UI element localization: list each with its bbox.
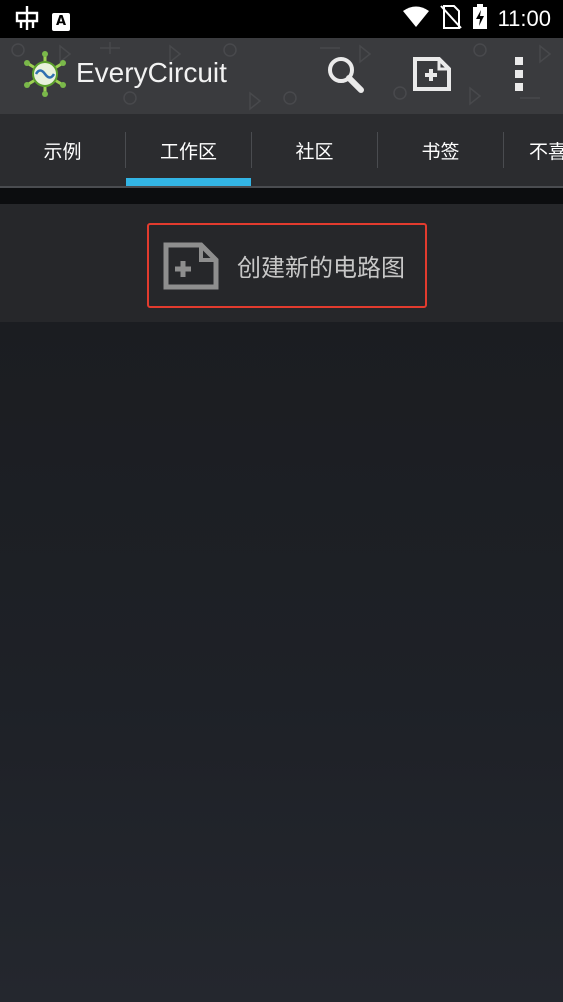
overflow-menu-icon	[513, 56, 525, 96]
new-circuit-icon	[163, 242, 219, 290]
battery-charging-icon	[472, 4, 488, 34]
search-button[interactable]	[321, 52, 369, 100]
selected-tab-indicator	[126, 178, 251, 186]
app-logo-icon	[22, 51, 68, 97]
app-title: EveryCircuit	[76, 57, 227, 88]
tab-bookmarks[interactable]: 书签	[378, 114, 503, 186]
tab-dislikes[interactable]: 不喜	[504, 114, 563, 186]
create-new-circuit-label: 创建新的电路图	[237, 254, 405, 282]
tab-examples[interactable]: 示例	[0, 114, 125, 186]
tab-workspace[interactable]: 工作区	[126, 114, 251, 186]
no-sim-icon	[439, 4, 462, 34]
status-bar: A 11:00	[0, 0, 563, 38]
bug-icon	[14, 4, 40, 39]
new-circuit-button[interactable]	[408, 52, 456, 100]
create-panel: 创建新的电路图	[0, 204, 563, 322]
tab-community[interactable]: 社区	[252, 114, 377, 186]
workspace-content-area	[0, 322, 563, 1002]
keyboard-a-icon: A	[52, 12, 70, 31]
wifi-icon	[402, 5, 430, 33]
divider-strip	[0, 188, 563, 204]
new-circuit-icon	[412, 56, 452, 96]
clock-time: 11:00	[497, 6, 551, 31]
create-new-circuit-button[interactable]: 创建新的电路图	[147, 223, 427, 308]
app-bar: EveryCircuit	[0, 38, 563, 114]
search-icon	[325, 54, 365, 98]
tab-bar: 示例 工作区 社区 书签 不喜	[0, 114, 563, 188]
overflow-menu-button[interactable]	[495, 52, 543, 100]
